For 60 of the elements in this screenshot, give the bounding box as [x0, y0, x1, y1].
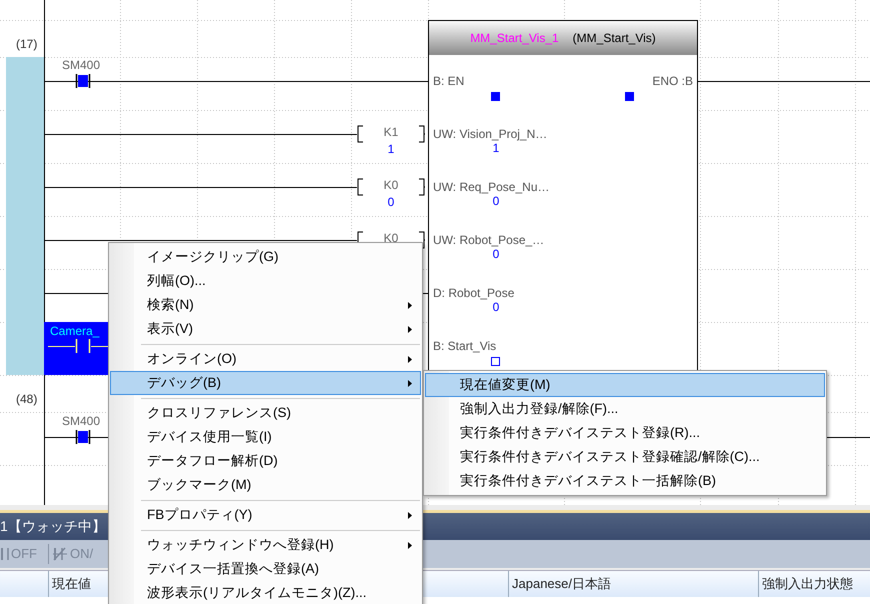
pin-label: UW: Vision_Proj_N…: [433, 127, 548, 141]
pin-value: 0: [492, 247, 500, 261]
menu-item[interactable]: デバッグ(B): [110, 371, 421, 395]
constant-value: 0: [386, 195, 396, 209]
menu-item[interactable]: ウォッチウィンドウへ登録(H): [110, 533, 421, 557]
constant-label: K0: [382, 231, 400, 245]
pin-label: B: Start_Vis: [433, 339, 496, 353]
pin-label: D: Robot_Pose: [433, 286, 514, 300]
constant-value: 1: [386, 142, 396, 156]
rung-wire: [91, 346, 108, 347]
submenu-arrow-icon: [408, 326, 412, 333]
pin-label: UW: Robot_Pose_…: [433, 233, 544, 247]
menu-item[interactable]: デバイス一括置換へ登録(A): [110, 557, 421, 581]
submenu-arrow-icon: [408, 380, 412, 387]
step-number: (48): [16, 392, 38, 406]
device-label: SM400: [62, 414, 100, 428]
menu-item[interactable]: クロスリファレンス(S): [110, 401, 421, 425]
constant-label: K1: [382, 125, 400, 139]
menu-item[interactable]: ブックマーク(M): [110, 473, 421, 497]
pin-value: 1: [492, 141, 500, 155]
step-number: (17): [16, 37, 38, 51]
bracket-drawing: [357, 178, 425, 196]
menu-item[interactable]: 強制入出力登録/解除(F)...: [425, 397, 825, 421]
menu-item[interactable]: 列幅(O)...: [110, 269, 421, 293]
submenu-arrow-icon: [408, 512, 412, 519]
watch-window-title: 1【ウォッチ中】: [0, 518, 106, 536]
column-header[interactable]: 強制入出力状態: [762, 575, 853, 593]
instance-name: MM_Start_Vis_1: [470, 31, 559, 45]
contact-icon: [53, 546, 69, 560]
menu-item[interactable]: 検索(N): [110, 293, 421, 317]
pin-label: ENO :B: [652, 74, 693, 88]
menu-item[interactable]: データフロー解析(D): [110, 449, 421, 473]
menu-item[interactable]: 実行条件付きデバイステスト一括解除(B): [425, 469, 825, 493]
pin-value: 0: [492, 194, 500, 208]
block-type: (MM_Start_Vis): [572, 31, 656, 45]
column-header[interactable]: Japanese/日本語: [512, 575, 611, 593]
menu-item[interactable]: オンライン(O): [110, 347, 421, 371]
menu-item[interactable]: FBプロパティ(Y): [110, 503, 421, 527]
submenu-arrow-icon: [408, 356, 412, 363]
column-header[interactable]: 現在値: [52, 575, 91, 593]
constant-label: K0: [382, 178, 400, 192]
menu-item[interactable]: 現在値変更(M): [425, 373, 825, 397]
submenu-arrow-icon: [408, 302, 412, 309]
menu-item[interactable]: デバイス使用一覧(I): [110, 425, 421, 449]
menu-item[interactable]: イメージクリップ(G): [110, 245, 421, 269]
pin-label: UW: Req_Pose_Nu…: [433, 180, 550, 194]
menu-item[interactable]: 実行条件付きデバイステスト登録確認/解除(C)...: [425, 445, 825, 469]
contact-icon: [75, 338, 91, 354]
pin-value: 0: [492, 300, 500, 314]
menu-item[interactable]: 表示(V): [110, 317, 421, 341]
device-label: Camera_: [50, 324, 100, 338]
menu-item[interactable]: 波形表示(リアルタイムモニタ)(Z)...: [110, 581, 421, 604]
menu-item[interactable]: 実行条件付きデバイステスト登録(R)...: [425, 421, 825, 445]
rung-wire: [48, 346, 75, 347]
submenu-arrow-icon: [408, 542, 412, 549]
selected-cell[interactable]: Camera_: [44, 322, 108, 375]
device-label: SM400: [62, 58, 100, 72]
bracket-drawing: [357, 125, 425, 143]
contact-icon: [0, 546, 10, 560]
pin-label: B: EN: [433, 74, 464, 88]
